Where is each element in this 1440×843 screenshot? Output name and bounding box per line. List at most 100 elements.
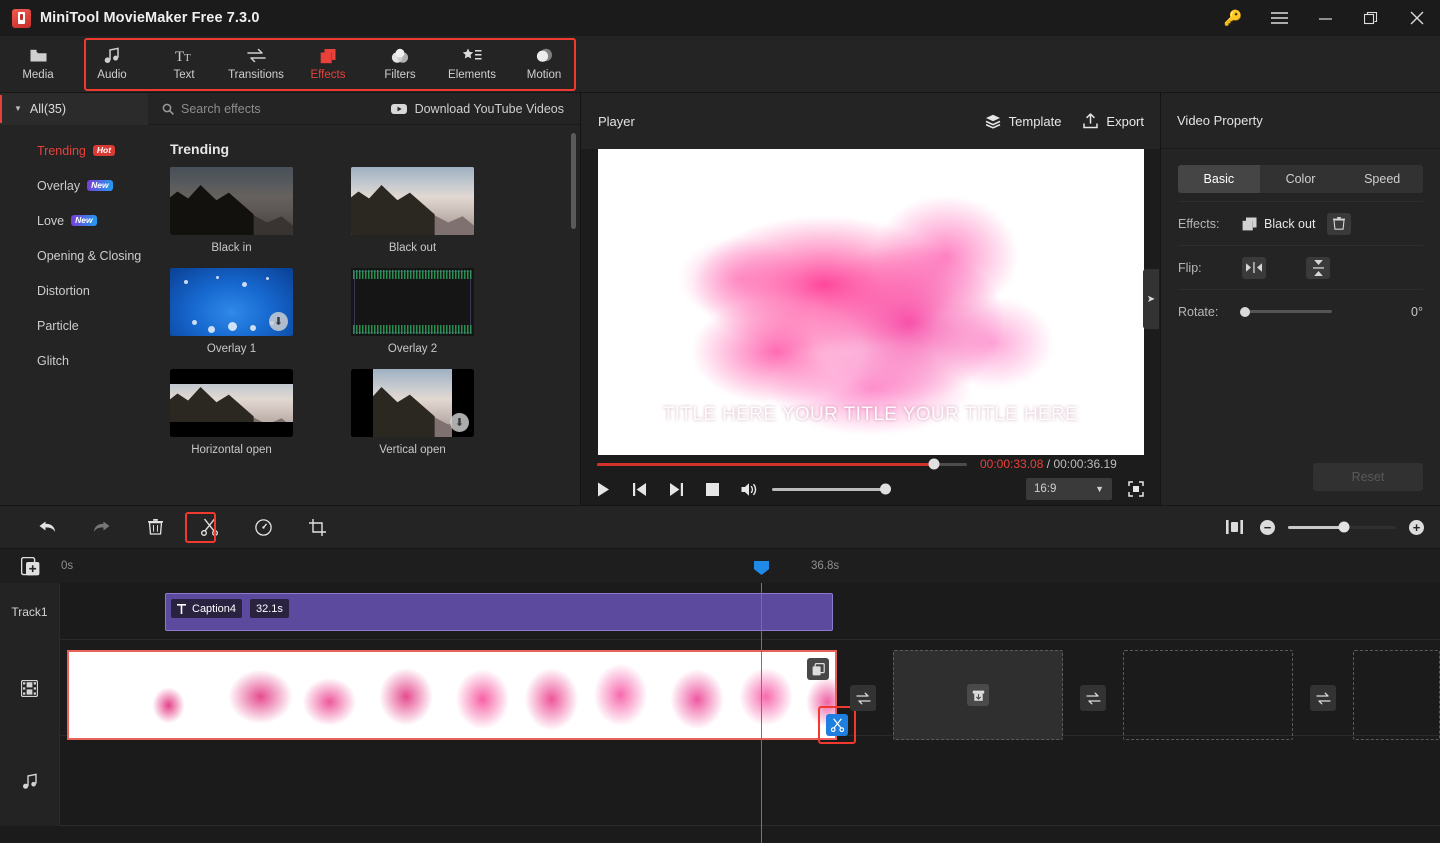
category-filter-dropdown[interactable]: ▼ All(35) <box>0 92 148 125</box>
media-placeholder-3[interactable] <box>1353 650 1440 740</box>
undo-button[interactable] <box>20 511 74 543</box>
track-header-track1[interactable]: Track1 <box>0 583 60 640</box>
playback-progress-bar[interactable] <box>597 458 967 470</box>
track-header-video[interactable] <box>0 640 60 736</box>
category-label: Opening & Closing <box>37 248 142 263</box>
tab-basic[interactable]: Basic <box>1178 165 1260 193</box>
effect-card-vertical-open[interactable]: ⬇ Vertical open <box>351 369 474 456</box>
tab-elements[interactable]: Elements <box>436 37 508 92</box>
video-property-title: Video Property <box>1161 93 1440 149</box>
redo-button[interactable] <box>74 511 128 543</box>
duplicate-icon[interactable] <box>807 658 829 680</box>
progress-knob[interactable] <box>928 458 940 470</box>
delete-button[interactable] <box>128 511 182 543</box>
split-clip-button[interactable] <box>826 714 848 736</box>
svg-text:T: T <box>175 49 184 63</box>
effect-card-black-out[interactable]: Black out <box>351 167 474 254</box>
reset-button[interactable]: Reset <box>1313 463 1423 491</box>
effect-card-overlay-1[interactable]: ⬇ Overlay 1 <box>170 268 293 355</box>
speed-button[interactable] <box>236 511 290 543</box>
effects-scrollbar[interactable] <box>571 133 576 229</box>
zoom-out-icon[interactable]: − <box>1260 519 1275 535</box>
play-icon[interactable] <box>597 482 610 497</box>
rotate-slider[interactable] <box>1240 306 1332 317</box>
category-particle[interactable]: Particle <box>0 308 148 343</box>
category-glitch[interactable]: Glitch <box>0 343 148 378</box>
split-button[interactable] <box>182 511 236 543</box>
tab-color[interactable]: Color <box>1260 165 1342 193</box>
volume-slider[interactable] <box>772 483 891 495</box>
category-list: Trending Hot Overlay New Love New Openin… <box>0 125 148 505</box>
tab-transitions[interactable]: Transitions <box>220 37 292 92</box>
video-preview[interactable]: TITLE HERE YOUR TITLE YOUR TITLE HERE <box>597 149 1144 455</box>
effect-card-overlay-2[interactable]: Overlay 2 <box>351 268 474 355</box>
trash-icon[interactable] <box>1327 212 1352 235</box>
track-header-audio[interactable] <box>0 736 60 826</box>
category-overlay[interactable]: Overlay New <box>0 168 148 203</box>
add-media-icon[interactable] <box>0 556 60 576</box>
category-opening-closing[interactable]: Opening & Closing <box>0 238 148 273</box>
hamburger-menu-icon[interactable] <box>1256 0 1302 36</box>
zoom-in-icon[interactable]: + <box>1409 519 1424 535</box>
tab-motion[interactable]: Motion <box>508 37 580 92</box>
effects-icon <box>320 47 337 64</box>
tab-media[interactable]: Media <box>0 37 76 92</box>
timeline-playhead[interactable] <box>754 561 769 843</box>
aspect-ratio-select[interactable]: 16:9 ▼ <box>1026 478 1112 501</box>
tab-speed[interactable]: Speed <box>1341 165 1423 193</box>
tab-effects[interactable]: Effects <box>292 37 364 92</box>
export-button[interactable]: Export <box>1083 113 1144 129</box>
tab-filters[interactable]: Filters <box>364 37 436 92</box>
media-placeholder-1[interactable] <box>893 650 1063 740</box>
tab-text[interactable]: TT Text <box>148 37 220 92</box>
zoom-fit-icon[interactable] <box>1221 511 1247 543</box>
stop-icon[interactable] <box>706 482 719 496</box>
volume-icon[interactable] <box>741 482 758 497</box>
key-icon[interactable]: 🔑 <box>1210 0 1256 36</box>
category-trending[interactable]: Trending Hot <box>0 133 148 168</box>
volume-knob[interactable] <box>880 483 891 495</box>
template-button[interactable]: Template <box>985 114 1061 129</box>
tab-filters-label: Filters <box>384 69 416 81</box>
audio-track-body[interactable] <box>60 736 1440 825</box>
timeline-row-track1: Track1 Caption4 32.1s <box>0 583 1440 640</box>
download-icon[interactable]: ⬇ <box>269 312 288 331</box>
timeline-ruler[interactable]: 0s 36.8s <box>0 549 1440 583</box>
crop-button[interactable] <box>290 511 344 543</box>
category-distortion[interactable]: Distortion <box>0 273 148 308</box>
tab-audio[interactable]: Audio <box>76 37 148 92</box>
fullscreen-icon[interactable] <box>1128 481 1144 498</box>
video-track-body[interactable] <box>60 640 1440 744</box>
previous-frame-icon[interactable] <box>632 482 647 497</box>
close-icon[interactable] <box>1394 0 1440 36</box>
category-love[interactable]: Love New <box>0 203 148 238</box>
zoom-slider[interactable] <box>1288 521 1396 533</box>
rotate-knob[interactable] <box>1240 306 1250 317</box>
search-effects-input[interactable]: Search effects <box>148 102 391 116</box>
playback-progress-row: 00:00:33.08 / 00:00:36.19 <box>581 455 1160 474</box>
media-placeholder-2[interactable] <box>1123 650 1293 740</box>
zoom-knob[interactable] <box>1338 521 1350 533</box>
next-frame-icon[interactable] <box>669 482 684 497</box>
caption-clip[interactable]: Caption4 32.1s <box>165 593 833 631</box>
total-time: 00:00:36.19 <box>1053 457 1117 472</box>
effects-library-panel: ▼ All(35) Search effects Download YouTub… <box>0 92 580 505</box>
minimize-icon[interactable] <box>1302 0 1348 36</box>
effect-card-horizontal-open[interactable]: Horizontal open <box>170 369 293 456</box>
download-youtube-videos-button[interactable]: Download YouTube Videos <box>390 102 580 116</box>
download-icon[interactable]: ⬇ <box>450 413 469 432</box>
flip-vertical-icon[interactable] <box>1306 256 1330 279</box>
transition-slot-3[interactable] <box>1310 685 1336 711</box>
video-clip[interactable] <box>67 650 837 740</box>
main-nav-tabs: Media Audio TT Text Transitions Effects <box>0 36 1440 93</box>
flip-horizontal-icon[interactable] <box>1242 256 1266 279</box>
effect-card-black-in[interactable]: Black in <box>170 167 293 254</box>
panel-collapse-toggle[interactable]: ➤ <box>1143 269 1159 329</box>
transition-slot-2[interactable] <box>1080 685 1106 711</box>
applied-effect[interactable]: Black out <box>1242 217 1315 231</box>
tab-media-label: Media <box>22 69 54 81</box>
transition-slot-1[interactable] <box>850 685 876 711</box>
timeline-row-audio <box>0 736 1440 826</box>
restore-icon[interactable] <box>1348 0 1394 36</box>
track1-body[interactable]: Caption4 32.1s <box>60 583 1440 639</box>
